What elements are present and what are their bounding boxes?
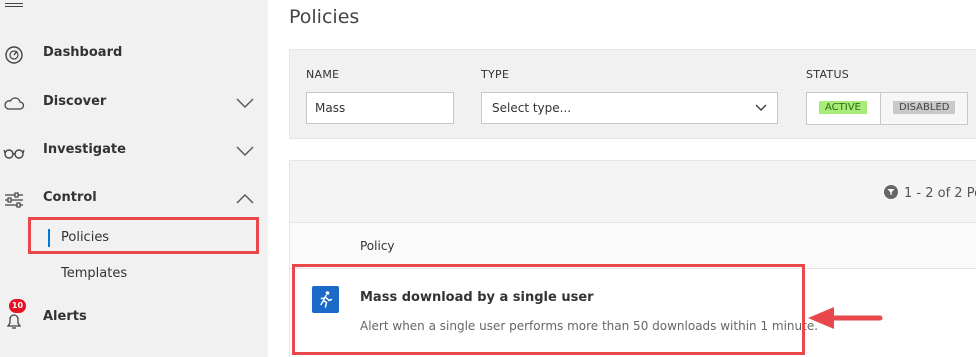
chevron-down-icon — [755, 104, 767, 112]
sidebar: Dashboard Discover Investigate Control P… — [0, 0, 268, 357]
status-filter-label: STATUS — [806, 68, 850, 81]
chevron-down-icon[interactable] — [234, 144, 256, 158]
chevron-down-icon[interactable] — [234, 96, 256, 110]
disabled-pill: DISABLED — [893, 101, 956, 114]
sidebar-subitem-label: Templates — [61, 266, 128, 281]
sidebar-item-label: Control — [43, 190, 97, 205]
pagination-info: 1 - 2 of 2 Po — [884, 185, 976, 201]
type-select-value: Select type... — [492, 101, 572, 115]
annotation-arrow-icon — [808, 307, 883, 329]
name-filter-input[interactable]: Mass — [306, 92, 454, 124]
glasses-icon — [3, 149, 25, 159]
sidebar-item-label: Discover — [43, 94, 107, 109]
alerts-count-badge: 10 — [9, 299, 26, 313]
type-filter-label: TYPE — [481, 68, 510, 81]
filter-panel: NAME Mass TYPE Select type... STATUS ACT… — [289, 49, 976, 139]
results-header: 1 - 2 of 2 Po — [290, 161, 976, 223]
table-header-row: Policy — [290, 223, 976, 269]
highlight-box-policy-row — [292, 264, 805, 355]
page-title: Policies — [289, 6, 360, 28]
highlight-box-policies — [28, 217, 259, 254]
sidebar-item-dashboard[interactable]: Dashboard — [0, 39, 268, 69]
sidebar-item-discover[interactable]: Discover — [0, 88, 268, 118]
status-active-option[interactable]: ACTIVE — [807, 93, 880, 124]
sidebar-item-alerts[interactable]: 10 Alerts — [0, 299, 268, 333]
active-pill: ACTIVE — [819, 101, 867, 114]
sidebar-item-label: Alerts — [43, 309, 87, 324]
sidebar-item-label: Dashboard — [43, 45, 123, 60]
sidebar-item-label: Investigate — [43, 142, 126, 157]
hamburger-menu-icon[interactable] — [5, 3, 23, 7]
sidebar-subitem-templates[interactable]: Templates — [0, 262, 268, 286]
pagination-text: 1 - 2 of 2 Po — [904, 186, 976, 201]
chevron-up-icon[interactable] — [234, 192, 256, 206]
type-filter-select[interactable]: Select type... — [481, 92, 778, 124]
sliders-icon — [5, 192, 23, 208]
sidebar-item-control[interactable]: Control — [0, 184, 268, 214]
filter-icon[interactable] — [884, 185, 898, 199]
cloud-icon — [4, 97, 25, 110]
status-toggle: ACTIVE DISABLED — [806, 92, 968, 125]
bell-icon — [6, 314, 22, 329]
dashboard-gauge-icon — [5, 46, 23, 64]
name-filter-label: NAME — [306, 68, 340, 81]
sidebar-item-investigate[interactable]: Investigate — [0, 136, 268, 166]
column-header-policy[interactable]: Policy — [360, 239, 395, 253]
status-disabled-option[interactable]: DISABLED — [880, 93, 967, 124]
